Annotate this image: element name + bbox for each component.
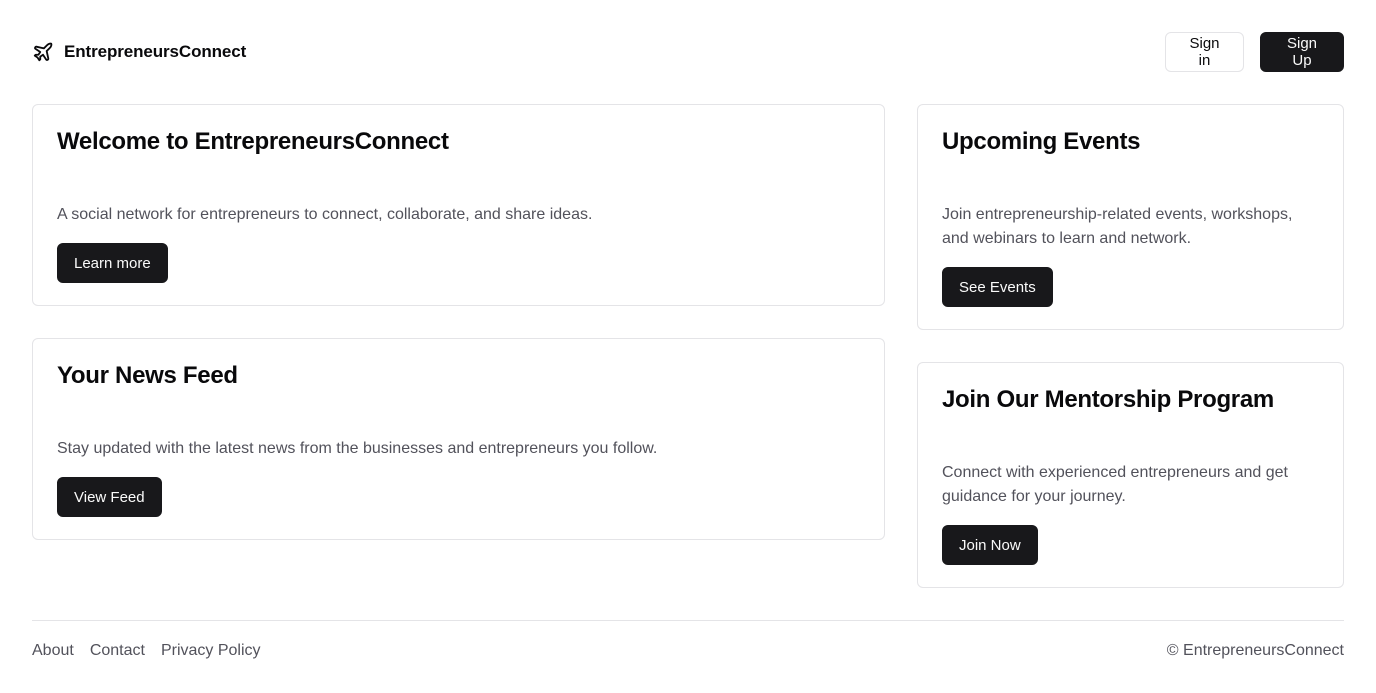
plane-icon: [32, 41, 54, 63]
news-feed-title: Your News Feed: [57, 362, 238, 389]
events-card: Upcoming Events Join entrepreneurship-re…: [917, 104, 1344, 330]
welcome-title: Welcome to EntrepreneursConnect: [57, 128, 449, 155]
footer-nav: About Contact Privacy Policy: [32, 642, 261, 660]
site-header: EntrepreneursConnect Sign in Sign Up: [32, 32, 1344, 72]
learn-more-button[interactable]: Learn more: [57, 243, 168, 283]
news-feed-description: Stay updated with the latest news from t…: [57, 440, 658, 457]
events-title: Upcoming Events: [942, 128, 1141, 155]
brand-name: EntrepreneursConnect: [64, 42, 247, 61]
events-description: Join entrepreneurship-related events, wo…: [942, 206, 1293, 247]
footer-link-about[interactable]: About: [32, 642, 74, 660]
copyright-text: © EntrepreneursConnect: [1166, 641, 1344, 659]
news-feed-card: Your News Feed Stay updated with the lat…: [32, 338, 885, 540]
mentorship-title: Join Our Mentorship Program: [942, 386, 1274, 413]
see-events-button[interactable]: See Events: [942, 267, 1053, 307]
brand-link[interactable]: EntrepreneursConnect: [32, 41, 246, 63]
sign-in-button[interactable]: Sign in: [1165, 32, 1244, 72]
mentorship-description: Connect with experienced entrepreneurs a…: [942, 464, 1288, 505]
welcome-description: A social network for entrepreneurs to co…: [57, 206, 593, 223]
page: EntrepreneursConnect Sign in Sign Up Wel…: [0, 0, 1376, 693]
sign-up-button[interactable]: Sign Up: [1260, 32, 1344, 72]
footer-link-contact[interactable]: Contact: [90, 642, 145, 660]
mentorship-card: Join Our Mentorship Program Connect with…: [917, 362, 1344, 588]
welcome-card: Welcome to EntrepreneursConnect A social…: [32, 104, 885, 306]
join-now-button[interactable]: Join Now: [942, 525, 1038, 565]
footer-link-privacy-policy[interactable]: Privacy Policy: [161, 642, 261, 660]
view-feed-button[interactable]: View Feed: [57, 477, 162, 517]
site-footer: About Contact Privacy Policy © Entrepren…: [32, 620, 1344, 672]
auth-buttons: Sign in Sign Up: [1165, 32, 1344, 72]
